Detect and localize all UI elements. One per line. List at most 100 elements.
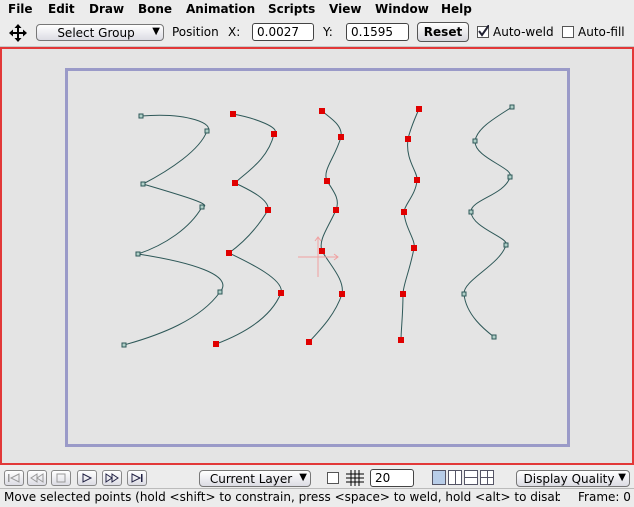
- selected-point[interactable]: [416, 106, 422, 112]
- selected-point[interactable]: [226, 250, 232, 256]
- menu-window[interactable]: Window: [375, 2, 429, 16]
- selected-point[interactable]: [401, 209, 407, 215]
- group-select-value: Select Group: [57, 26, 135, 40]
- selected-point[interactable]: [278, 290, 284, 296]
- selected-point[interactable]: [411, 245, 417, 251]
- curve-point[interactable]: [204, 128, 210, 134]
- frame-counter: Frame: 0: [578, 490, 631, 504]
- position-label: Position: [172, 25, 219, 39]
- selected-point[interactable]: [333, 207, 339, 213]
- split-vertical-view-button[interactable]: [448, 470, 462, 485]
- menu-scripts[interactable]: Scripts: [268, 2, 315, 16]
- menu-animation[interactable]: Animation: [186, 2, 255, 16]
- grid-size-field[interactable]: 20: [370, 469, 414, 487]
- menu-bone[interactable]: Bone: [138, 2, 172, 16]
- curve-point[interactable]: [138, 113, 144, 119]
- menu-edit[interactable]: Edit: [48, 2, 75, 16]
- y-position-field[interactable]: 0.1595: [346, 23, 409, 41]
- x-position-field[interactable]: 0.0027: [252, 23, 314, 41]
- drawing-canvas[interactable]: [2, 49, 632, 463]
- auto-fill-label: Auto-fill: [578, 25, 625, 39]
- layer-select-value: Current Layer: [209, 472, 293, 486]
- curve-5[interactable]: [463, 106, 513, 338]
- selected-point[interactable]: [306, 339, 312, 345]
- curve-3[interactable]: [308, 110, 343, 343]
- curve-point[interactable]: [461, 291, 467, 297]
- menu-bar: File Edit Draw Bone Animation Scripts Vi…: [0, 0, 634, 19]
- selected-point[interactable]: [213, 341, 219, 347]
- dropdown-arrow-icon: ▼: [152, 26, 160, 37]
- curve-point[interactable]: [121, 342, 127, 348]
- tool-options-bar: Select Group ▼ Position X: 0.0027 Y: 0.1…: [0, 19, 634, 47]
- split-line-icon: [465, 477, 477, 478]
- selected-point[interactable]: [232, 180, 238, 186]
- split-line-icon: [481, 477, 493, 478]
- skip-to-end-button[interactable]: [127, 470, 147, 486]
- selected-point[interactable]: [230, 111, 236, 117]
- auto-weld-checkbox[interactable]: [477, 25, 489, 38]
- menu-view[interactable]: View: [329, 2, 361, 16]
- x-label: X:: [228, 25, 241, 39]
- bottom-toolbar: Current Layer ▼ 20 Display Quality ▼: [0, 466, 634, 488]
- curve-2[interactable]: [215, 113, 282, 345]
- curve-4[interactable]: [400, 108, 420, 341]
- layer-select[interactable]: Current Layer ▼: [199, 470, 311, 487]
- group-select[interactable]: Select Group ▼: [36, 24, 164, 41]
- dropdown-arrow-icon: ▼: [618, 472, 626, 483]
- quad-view-button[interactable]: [480, 470, 494, 485]
- curve-point[interactable]: [507, 174, 513, 180]
- selected-point[interactable]: [414, 177, 420, 183]
- selected-point[interactable]: [398, 337, 404, 343]
- auto-weld-label: Auto-weld: [493, 25, 554, 39]
- canvas-viewport[interactable]: [0, 47, 634, 465]
- curve-point[interactable]: [472, 138, 478, 144]
- checkmark-icon: [478, 25, 489, 37]
- grid-icon: [346, 470, 364, 486]
- selected-point[interactable]: [324, 178, 330, 184]
- step-forward-icon: [105, 473, 119, 483]
- skip-start-icon: [8, 473, 20, 483]
- curve-1[interactable]: [123, 114, 224, 346]
- split-horizontal-view-button[interactable]: [464, 470, 478, 485]
- selected-point[interactable]: [339, 291, 345, 297]
- auto-fill-checkbox[interactable]: [562, 26, 574, 38]
- curve-point[interactable]: [199, 204, 205, 210]
- menu-draw[interactable]: Draw: [89, 2, 124, 16]
- selected-point[interactable]: [338, 134, 344, 140]
- selected-point[interactable]: [405, 136, 411, 142]
- split-line-icon: [455, 471, 456, 484]
- selected-point[interactable]: [265, 207, 271, 213]
- stop-button[interactable]: [51, 470, 71, 486]
- curve-point[interactable]: [468, 209, 474, 215]
- curve-point[interactable]: [509, 104, 515, 110]
- selected-point[interactable]: [319, 248, 325, 254]
- curve-point[interactable]: [217, 289, 223, 295]
- reset-button[interactable]: Reset: [417, 22, 469, 42]
- display-quality-select[interactable]: Display Quality ▼: [516, 470, 630, 487]
- curve-point[interactable]: [140, 181, 146, 187]
- step-back-icon: [30, 473, 44, 483]
- step-forward-button[interactable]: [102, 470, 122, 486]
- selected-point[interactable]: [400, 291, 406, 297]
- play-button[interactable]: [77, 470, 97, 486]
- menu-help[interactable]: Help: [441, 2, 472, 16]
- selected-point[interactable]: [319, 108, 325, 114]
- stop-icon: [56, 473, 66, 483]
- display-quality-value: Display Quality: [523, 472, 615, 486]
- curve-point[interactable]: [503, 242, 509, 248]
- rewind-to-start-button[interactable]: [4, 470, 24, 486]
- single-view-button[interactable]: [432, 470, 446, 485]
- curve-point[interactable]: [491, 334, 497, 340]
- status-bar: Move selected points (hold <shift> to co…: [0, 488, 634, 507]
- step-back-button[interactable]: [27, 470, 47, 486]
- grid-checkbox[interactable]: [327, 472, 339, 484]
- skip-end-icon: [131, 473, 143, 483]
- status-message: Move selected points (hold <shift> to co…: [4, 490, 560, 504]
- move-arrows-icon: [9, 24, 27, 42]
- play-icon: [82, 473, 93, 483]
- menu-file[interactable]: File: [8, 2, 33, 16]
- selected-point[interactable]: [271, 131, 277, 137]
- y-label: Y:: [323, 25, 333, 39]
- curve-point[interactable]: [135, 251, 141, 257]
- origin-crosshair-icon: [298, 236, 339, 277]
